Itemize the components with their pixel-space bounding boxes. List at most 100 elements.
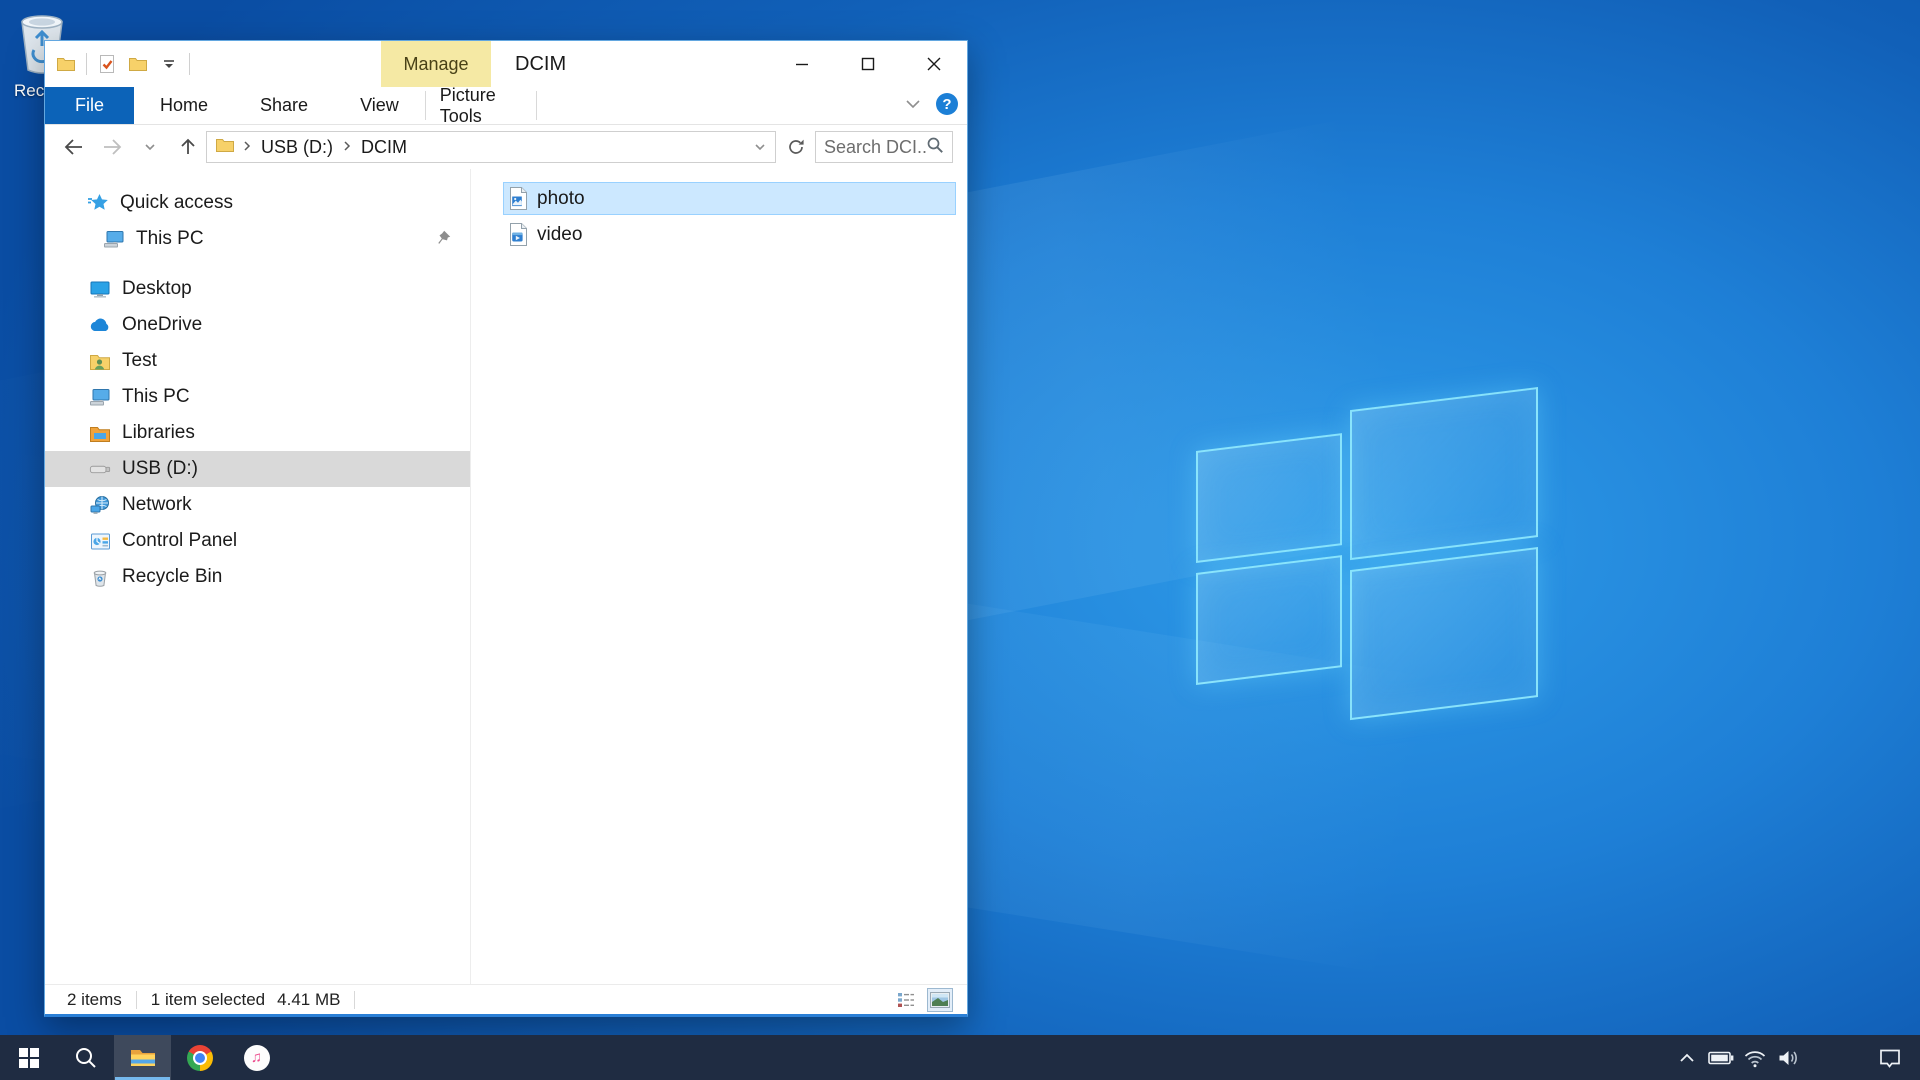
network-icon (89, 495, 111, 515)
file-item-video[interactable]: video (503, 218, 956, 251)
window-title: DCIM (515, 41, 566, 87)
breadcrumb-chevron-icon[interactable] (337, 137, 357, 158)
search-icon (926, 136, 944, 159)
tab-picture-tools[interactable]: Picture Tools (426, 87, 536, 124)
customize-arrow-icon[interactable] (158, 52, 180, 76)
status-selection: 1 item selected (151, 990, 265, 1010)
sidebar-item-label: OneDrive (122, 314, 202, 336)
status-selection-size: 4.41 MB (277, 990, 340, 1010)
sidebar-item-libraries[interactable]: Libraries (45, 415, 470, 451)
search-placeholder: Search DCI... (824, 137, 926, 158)
tray-wifi-button[interactable] (1738, 1035, 1772, 1080)
navigation-pane: Quick access This PC Desktop OneDrive Test Th… (45, 169, 471, 984)
svg-text:?: ? (942, 96, 951, 113)
tab-file[interactable]: File (45, 87, 134, 124)
maximize-button[interactable] (835, 41, 901, 87)
search-icon (74, 1046, 98, 1070)
sidebar-item-test[interactable]: Test (45, 343, 470, 379)
recent-locations-chevron-icon[interactable] (137, 133, 163, 161)
title-bar[interactable]: Manage DCIM (45, 41, 967, 87)
sidebar-item-quick-access[interactable]: Quick access (45, 185, 470, 221)
folder-icon[interactable] (55, 52, 77, 76)
address-bar[interactable]: USB (D:) DCIM (206, 131, 776, 163)
photo-file-icon (508, 186, 529, 211)
sidebar-item-label: Recycle Bin (122, 566, 222, 588)
tray-volume-button[interactable] (1772, 1035, 1806, 1080)
tab-share[interactable]: Share (234, 87, 334, 124)
taskbar-start-button[interactable] (0, 1035, 57, 1080)
taskbar: ♫ (0, 1035, 1920, 1080)
file-list-pane[interactable]: photo video (471, 169, 967, 984)
sidebar-item-onedrive[interactable]: OneDrive (45, 307, 470, 343)
chrome-icon (187, 1045, 213, 1071)
sidebar-item-label: Network (122, 494, 192, 516)
breadcrumb-chevron-icon[interactable] (237, 137, 257, 158)
large-icons-view-button[interactable] (927, 988, 953, 1012)
sidebar-item-network[interactable]: Network (45, 487, 470, 523)
control-panel-icon (89, 532, 111, 551)
windows-logo-wallpaper (1196, 401, 1556, 745)
tray-battery-button[interactable] (1704, 1035, 1738, 1080)
search-input[interactable]: Search DCI... (815, 131, 953, 163)
taskbar-chrome-button[interactable] (171, 1035, 228, 1080)
video-file-icon (508, 222, 529, 247)
start-icon (18, 1047, 40, 1069)
file-item-photo[interactable]: photo (503, 182, 956, 215)
forward-button[interactable] (99, 133, 125, 161)
sidebar-item-label: This PC (122, 386, 190, 408)
minimize-button[interactable] (769, 41, 835, 87)
close-button[interactable] (901, 41, 967, 87)
file-item-label: video (537, 224, 582, 246)
status-bar: 2 items 1 item selected 4.41 MB (45, 984, 967, 1014)
tray-action-center-button[interactable] (1868, 1035, 1912, 1080)
taskbar-file-explorer-button[interactable] (114, 1035, 171, 1080)
sidebar-item-control-panel[interactable]: Control Panel (45, 523, 470, 559)
details-view-button[interactable] (893, 988, 919, 1012)
back-button[interactable] (61, 133, 87, 161)
help-button[interactable]: ? (935, 92, 959, 121)
breadcrumb-segment[interactable]: USB (D:) (257, 137, 337, 158)
sidebar-item-this-pc[interactable]: This PC (45, 379, 470, 415)
tab-home[interactable]: Home (134, 87, 234, 124)
star-icon (87, 193, 109, 213)
usb-drive-icon (89, 462, 111, 476)
system-tray (1670, 1035, 1920, 1080)
taskbar-itunes-button[interactable]: ♫ (228, 1035, 285, 1080)
ribbon-tab-row: FileHomeShareViewPicture Tools? (45, 87, 967, 125)
bin-icon (89, 567, 111, 587)
status-item-count: 2 items (67, 990, 122, 1010)
sidebar-item-label: Quick access (120, 192, 233, 214)
sidebar-item-label: Libraries (122, 422, 195, 444)
monitor-icon (103, 229, 125, 249)
action-center-icon (1878, 1047, 1902, 1069)
wifi-icon (1743, 1048, 1767, 1068)
sidebar-item-label: USB (D:) (122, 458, 198, 480)
tab-view[interactable]: View (334, 87, 425, 124)
sidebar-item-recycle-bin[interactable]: Recycle Bin (45, 559, 470, 595)
minimize-ribbon-chevron-icon[interactable] (905, 97, 921, 115)
up-button[interactable] (175, 133, 201, 161)
address-bar-row: USB (D:) DCIM Search DCI... (45, 125, 967, 169)
quick-access-toolbar (55, 41, 190, 87)
sidebar-item-usb-d[interactable]: USB (D:) (45, 451, 470, 487)
address-dropdown-chevron-icon[interactable] (745, 132, 775, 162)
tray-hidden-icons-button[interactable] (1670, 1035, 1704, 1080)
contextual-tab-group[interactable]: Manage (381, 41, 491, 87)
sidebar-item-label: Control Panel (122, 530, 237, 552)
file-item-label: photo (537, 188, 585, 210)
sidebar-item-this-pc-pinned[interactable]: This PC (45, 221, 470, 257)
volume-icon (1777, 1048, 1801, 1068)
monitor-icon (89, 387, 111, 407)
battery-icon (1708, 1050, 1734, 1066)
refresh-button[interactable] (782, 131, 810, 163)
library-folder-icon (89, 424, 111, 443)
properties-check-icon[interactable] (96, 52, 118, 76)
new-folder-icon[interactable] (127, 52, 149, 76)
cloud-icon (89, 317, 111, 333)
sidebar-item-label: Desktop (122, 278, 192, 300)
itunes-icon: ♫ (244, 1045, 270, 1071)
breadcrumb-segment[interactable]: DCIM (357, 137, 411, 158)
sidebar-item-desktop[interactable]: Desktop (45, 271, 470, 307)
chevron-up-icon (1678, 1051, 1696, 1065)
taskbar-search-button[interactable] (57, 1035, 114, 1080)
